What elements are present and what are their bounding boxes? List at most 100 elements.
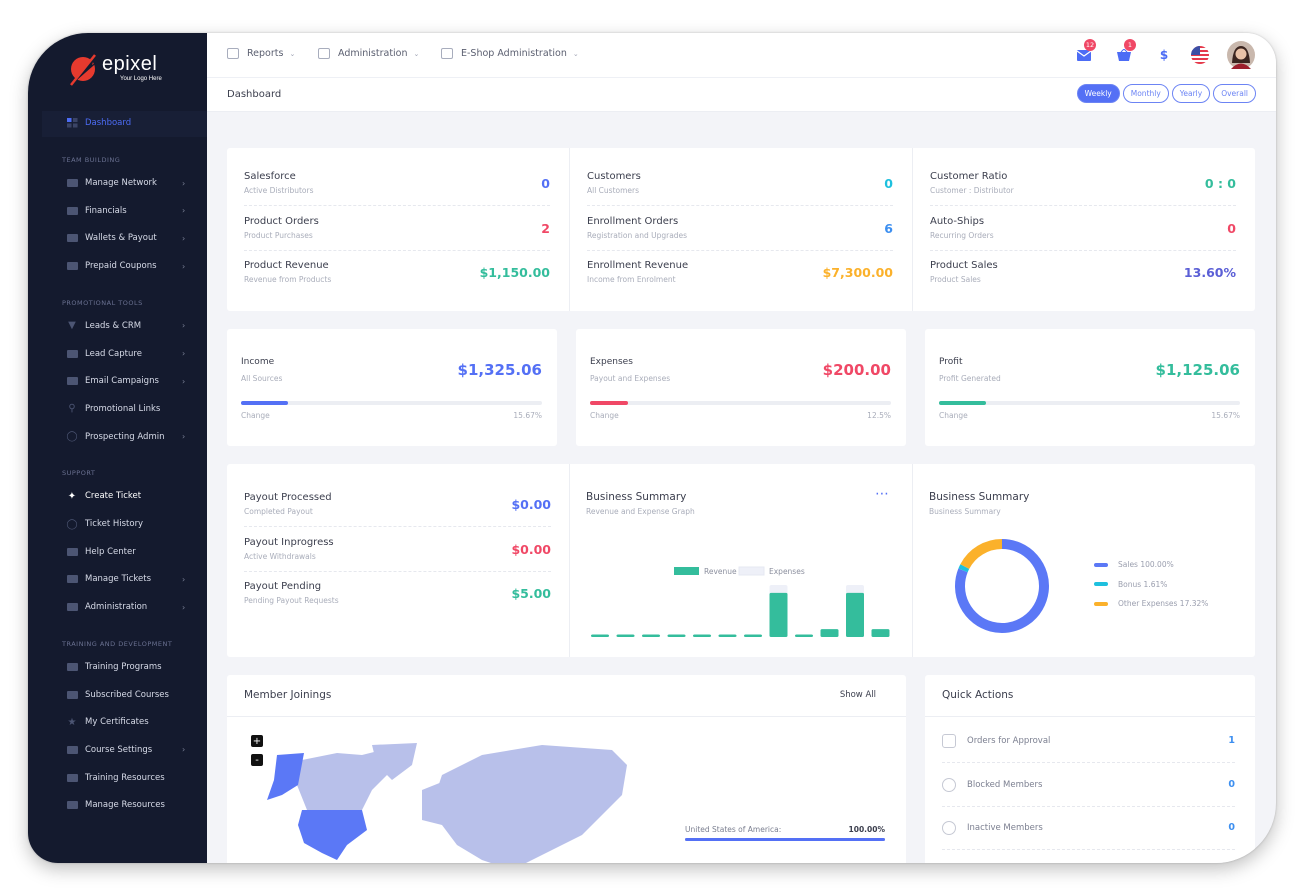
sidebar-item-ticket-history[interactable]: ◯ Ticket History xyxy=(28,514,207,534)
sidebar-item-promotional-links[interactable]: ⚲ Promotional Links xyxy=(28,399,207,419)
chevron-down-icon: ⌄ xyxy=(413,49,420,58)
legend-label: Expenses xyxy=(769,567,805,576)
business-donut-panel: Business Summary Business Summary Sales … xyxy=(912,464,1255,657)
topnav-eshop-administration[interactable]: E-Shop Administration ⌄ xyxy=(441,48,579,59)
icon-shape xyxy=(66,377,78,386)
divider xyxy=(569,148,570,311)
icon-shape xyxy=(66,349,78,358)
sidebar-item-manage-tickets[interactable]: Manage Tickets › xyxy=(28,569,207,589)
legend-label: Other Expenses 17.32% xyxy=(1118,599,1209,608)
sidebar-item-email-campaigns[interactable]: Email Campaigns › xyxy=(28,371,207,391)
period-yearly[interactable]: Yearly xyxy=(1171,84,1211,103)
brand-logo[interactable]: epixel Your Logo Here xyxy=(66,49,176,89)
sidebar-item-course-settings[interactable]: Course Settings › xyxy=(28,740,207,760)
bar-revenue[interactable] xyxy=(820,629,839,637)
bar-revenue[interactable] xyxy=(769,592,788,637)
period-weekly[interactable]: Weekly xyxy=(1076,84,1120,103)
sidebar-item-label: Course Settings xyxy=(85,744,153,755)
bar-revenue[interactable] xyxy=(616,634,635,638)
legend-swatch xyxy=(1094,601,1108,606)
sidebar-item-label: Manage Resources xyxy=(85,800,165,811)
payout-value: $0.00 xyxy=(511,497,551,512)
mail-icon xyxy=(1077,49,1091,61)
bar-revenue[interactable] xyxy=(591,634,609,638)
bar-revenue[interactable] xyxy=(871,629,890,637)
donut-slice[interactable] xyxy=(958,564,970,573)
metric-title: Expenses xyxy=(590,357,633,367)
period-overall[interactable]: Overall xyxy=(1213,84,1256,103)
sidebar-item-lead-capture[interactable]: Lead Capture › xyxy=(28,344,207,364)
icon-shape xyxy=(66,801,78,810)
donut-slice[interactable] xyxy=(960,539,1003,570)
sidebar-item-manage-resources[interactable]: Manage Resources xyxy=(28,795,207,815)
metric-progress-fill xyxy=(241,401,289,405)
sidebar-item-manage-network[interactable]: Manage Network › xyxy=(28,173,207,193)
sidebar-item-my-certificates[interactable]: ★ My Certificates xyxy=(28,712,207,732)
sidebar-item-create-ticket[interactable]: ✦ Create Ticket xyxy=(28,486,207,506)
sidebar-item-label: Dashboard xyxy=(85,118,132,128)
quick-action-count: 0 xyxy=(1228,822,1235,833)
map-eurasia[interactable] xyxy=(432,745,627,863)
bar-revenue[interactable] xyxy=(795,634,813,638)
sidebar-item-label: Promotional Links xyxy=(85,403,161,414)
sidebar-item-help-center[interactable]: Help Center xyxy=(28,542,207,562)
topnav-reports[interactable]: Reports ⌄ xyxy=(227,48,295,59)
legend-swatch-revenue[interactable] xyxy=(674,567,699,575)
bar-revenue[interactable] xyxy=(744,634,762,638)
bar-revenue[interactable] xyxy=(693,634,711,638)
sidebar-item-training-programs[interactable]: Training Programs xyxy=(28,657,207,677)
bar-revenue[interactable] xyxy=(718,634,737,638)
country-name: United States of America: xyxy=(685,825,782,834)
metric-change-value: 12.5% xyxy=(867,411,891,420)
sidebar-item-label: Help Center xyxy=(85,546,136,557)
stat-value: 0 xyxy=(541,176,550,191)
map-alaska[interactable] xyxy=(267,753,304,800)
sidebar-item-leads-crm[interactable]: ▼ Leads & CRM › xyxy=(28,316,207,336)
messages-badge: 12 xyxy=(1084,39,1096,51)
sidebar-item-dashboard[interactable]: Dashboard xyxy=(28,113,207,133)
sidebar-item-wallets-payout[interactable]: Wallets & Payout › xyxy=(28,228,207,248)
quick-action-blocked-members[interactable]: Blocked Members 0 xyxy=(942,764,1235,807)
sidebar-item-prepaid-coupons[interactable]: Prepaid Coupons › xyxy=(28,256,207,276)
stat-item: Enrollment Revenue Income from Enrolment… xyxy=(587,251,893,295)
brand-tagline: Your Logo Here xyxy=(120,76,162,82)
sidebar-item-label: Manage Network xyxy=(85,178,157,188)
payout-item: Payout Inprogress Active Withdrawals $0.… xyxy=(244,528,551,572)
topnav-administration[interactable]: Administration ⌄ xyxy=(318,48,419,59)
stat-title: Auto-Ships xyxy=(930,215,985,227)
metric-change-label: Change xyxy=(590,411,619,420)
map-usa[interactable] xyxy=(298,810,367,860)
icon-shape xyxy=(66,179,78,187)
stat-title: Customers xyxy=(587,171,641,182)
legend-swatch-expenses[interactable] xyxy=(738,566,765,576)
period-monthly[interactable]: Monthly xyxy=(1122,84,1169,103)
stat-subtitle: Active Distributors xyxy=(244,186,314,195)
cart-button[interactable]: 1 xyxy=(1114,39,1136,65)
country-bar xyxy=(685,838,885,841)
stat-value: 13.60% xyxy=(1183,265,1236,280)
icon-shape xyxy=(66,773,78,782)
currency-button[interactable]: $ xyxy=(1154,45,1174,65)
sidebar-item-label: Prospecting Admin xyxy=(85,431,165,442)
show-all-link[interactable]: Show All xyxy=(840,690,876,700)
language-button[interactable] xyxy=(1190,45,1210,65)
stat-subtitle: All Customers xyxy=(587,186,640,195)
sidebar-item-administration[interactable]: Administration › xyxy=(28,597,207,617)
sidebar-item-subscribed-courses[interactable]: Subscribed Courses xyxy=(28,685,207,705)
bar-revenue[interactable] xyxy=(667,634,686,638)
messages-button[interactable]: 12 xyxy=(1074,39,1096,65)
bar-revenue[interactable] xyxy=(642,634,660,638)
sidebar-item-training-resources[interactable]: Training Resources xyxy=(28,768,207,788)
sidebar-item-financials[interactable]: Financials › xyxy=(28,201,207,221)
users-inactive-icon xyxy=(942,821,956,835)
period-filter: Weekly Monthly Yearly Overall xyxy=(1076,84,1256,103)
quick-action-count: 1 xyxy=(1228,735,1235,746)
sidebar-item-prospecting-admin[interactable]: ◯ Prospecting Admin › xyxy=(28,427,207,447)
bar-revenue[interactable] xyxy=(846,592,864,637)
user-avatar[interactable] xyxy=(1227,41,1255,69)
world-map[interactable] xyxy=(242,735,642,863)
quick-action-inactive-members[interactable]: Inactive Members 0 xyxy=(942,807,1235,850)
quick-action-orders-for-approval[interactable]: Orders for Approval 1 xyxy=(942,720,1235,763)
quick-action-label: Blocked Members xyxy=(967,779,1043,790)
sidebar-section-heading: PROMOTIONAL TOOLS xyxy=(62,298,143,307)
